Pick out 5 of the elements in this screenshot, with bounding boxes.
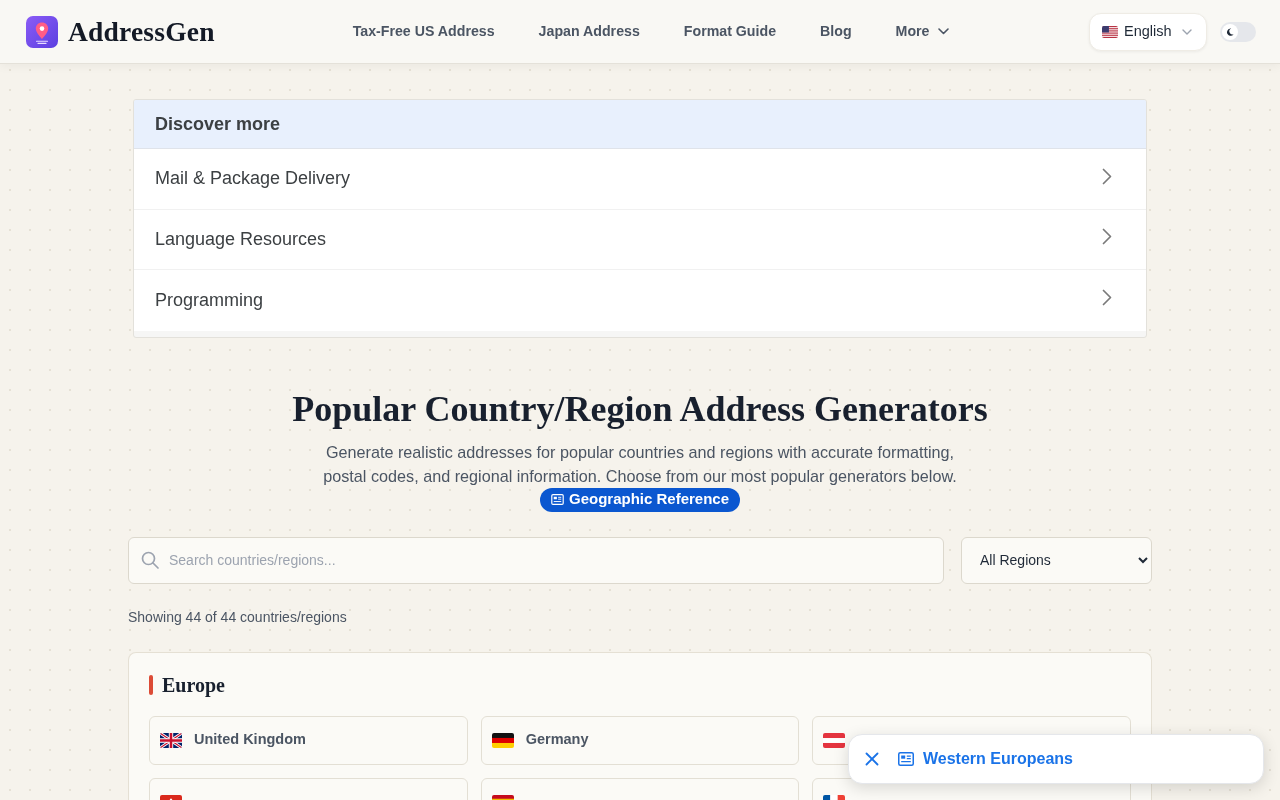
section-heading: Popular Country/Region Address Generators <box>291 387 989 430</box>
section-description: Generate realistic addresses for popular countries and regions with accurate formatting, postal codes, and regional information. Choose from our most popular generators below. <box>322 441 958 487</box>
result-count: Showing 44 of 44 countries/regions <box>128 607 348 627</box>
region-title: Europe <box>162 672 225 697</box>
discover-title: Discover more <box>155 112 281 136</box>
